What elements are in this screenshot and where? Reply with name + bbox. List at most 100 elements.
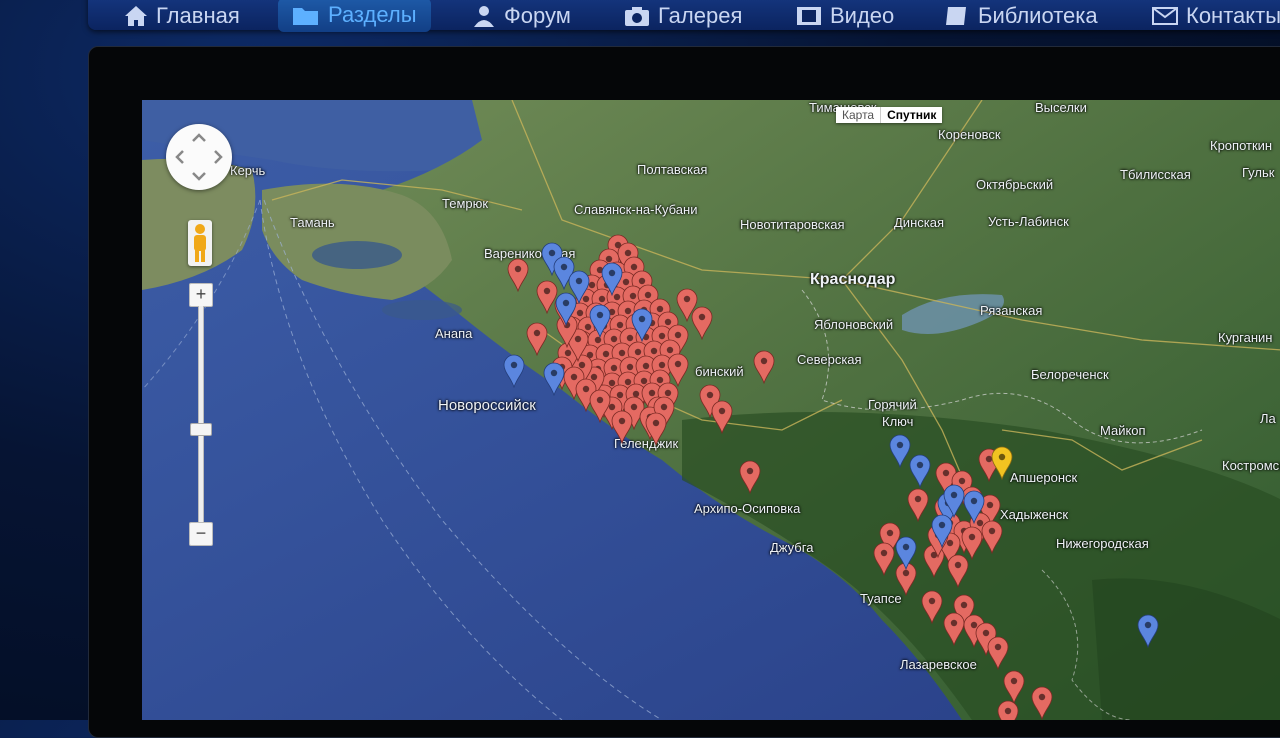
map-type-map-button[interactable]: Карта	[836, 107, 881, 123]
pegman-icon	[194, 224, 206, 262]
map-marker-red[interactable]	[753, 350, 775, 384]
place-label: Белореченск	[1031, 367, 1109, 382]
map-marker-red[interactable]	[907, 488, 929, 522]
place-label: Тамань	[290, 215, 335, 230]
map-marker-red[interactable]	[739, 460, 761, 494]
zoom-slider-track[interactable]	[198, 306, 204, 522]
map-marker-blue[interactable]	[943, 484, 965, 518]
map-marker-red[interactable]	[997, 700, 1019, 720]
place-label: Новотитаровская	[740, 217, 845, 232]
film-icon	[797, 7, 821, 25]
map-marker-red[interactable]	[1003, 670, 1025, 704]
nav-label-gallery: Галерея	[658, 3, 743, 28]
place-label: Горячий	[868, 397, 917, 412]
map-marker-blue[interactable]	[601, 262, 623, 296]
map-marker-blue[interactable]	[895, 536, 917, 570]
place-label: Ключ	[882, 414, 914, 429]
zoom-out-button[interactable]: −	[189, 522, 213, 546]
map-marker-blue[interactable]	[1137, 614, 1159, 648]
map-marker-blue[interactable]	[568, 270, 590, 304]
map-marker-red[interactable]	[947, 554, 969, 588]
place-label: Хадыженск	[1000, 507, 1069, 522]
main-navigation: Главная Разделы Форум Галерея Видео Библ…	[88, 0, 1280, 32]
map-marker-blue[interactable]	[631, 308, 653, 342]
pan-up-icon	[192, 133, 206, 142]
camera-icon	[625, 7, 649, 26]
map-marker-red[interactable]	[507, 258, 529, 292]
place-label: Костромск	[1222, 458, 1280, 473]
place-label: Полтавская	[637, 162, 708, 177]
place-label: Гульк	[1242, 165, 1275, 180]
place-label: Яблоновский	[814, 317, 894, 332]
nav-label-sections: Разделы	[328, 2, 417, 27]
place-label: Усть-Лабинск	[988, 214, 1069, 229]
place-label: Джубга	[770, 540, 814, 555]
nav-label-forum: Форум	[504, 3, 571, 28]
map-marker-red[interactable]	[589, 389, 611, 423]
place-label: Нижегородская	[1056, 536, 1149, 551]
map-marker-red[interactable]	[526, 322, 548, 356]
map-marker-red[interactable]	[873, 542, 895, 576]
place-label: Кропоткин	[1210, 138, 1273, 153]
map-marker-red[interactable]	[981, 520, 1003, 554]
map-marker-blue[interactable]	[503, 354, 525, 388]
pan-control[interactable]	[166, 124, 232, 190]
nav-item-home[interactable]: Главная	[124, 2, 240, 30]
map-marker-blue[interactable]	[543, 362, 565, 396]
map-marker-red[interactable]	[645, 412, 667, 446]
nav-item-contacts[interactable]: Контакты	[1152, 2, 1280, 30]
place-label: Краснодар	[810, 271, 896, 288]
folder-icon	[293, 8, 318, 25]
nav-label-library: Библиотека	[978, 3, 1098, 28]
place-label: Апшеронск	[1010, 470, 1078, 485]
map-marker-red[interactable]	[1031, 686, 1053, 720]
place-label: Северская	[797, 352, 862, 367]
nav-item-sections[interactable]: Разделы	[278, 0, 431, 32]
map-marker-blue[interactable]	[589, 304, 611, 338]
zoom-in-button[interactable]: +	[189, 283, 213, 307]
home-icon	[125, 6, 147, 26]
map-viewport[interactable]: Керчь Тамань Темрюк Варениковская Анапа …	[142, 100, 1280, 720]
street-view-pegman[interactable]	[188, 220, 212, 266]
map-marker-blue[interactable]	[889, 434, 911, 468]
place-label: бинский	[695, 364, 744, 379]
book-icon	[946, 7, 966, 25]
map-marker-red[interactable]	[711, 400, 733, 434]
map-type-satellite-button[interactable]: Спутник	[880, 107, 943, 123]
pan-left-icon	[175, 150, 184, 164]
pan-down-icon	[192, 172, 206, 181]
map-marker-yellow[interactable]	[991, 446, 1013, 480]
map-marker-blue[interactable]	[909, 454, 931, 488]
place-label: Тбилисская	[1120, 167, 1191, 182]
place-label: Ла	[1260, 411, 1276, 426]
place-label: Лазаревское	[900, 657, 977, 672]
nav-item-gallery[interactable]: Галерея	[624, 2, 742, 30]
nav-label-home: Главная	[156, 3, 240, 28]
map-marker-blue[interactable]	[963, 490, 985, 524]
place-label: Темрюк	[442, 196, 489, 211]
nav-label-video: Видео	[830, 3, 895, 28]
zoom-slider-handle[interactable]	[190, 423, 212, 436]
place-label: Майкоп	[1100, 423, 1146, 438]
nav-item-forum[interactable]: Форум	[472, 2, 571, 30]
place-label: Динская	[894, 215, 944, 230]
mail-icon	[1152, 7, 1178, 25]
nav-item-video[interactable]: Видео	[796, 2, 894, 30]
map-marker-blue[interactable]	[931, 514, 953, 548]
map-marker-red[interactable]	[611, 410, 633, 444]
pan-right-icon	[214, 150, 223, 164]
map-type-toggle: Карта Спутник	[836, 107, 943, 123]
place-label: Октябрьский	[976, 177, 1054, 192]
place-label: Кореновск	[938, 127, 1001, 142]
place-label: Выселки	[1035, 100, 1087, 115]
map-marker-red[interactable]	[943, 612, 965, 646]
place-label: Курганин	[1218, 330, 1273, 345]
place-label: Анапа	[435, 326, 473, 341]
place-label: Керчь	[230, 163, 266, 178]
nav-label-contacts: Контакты	[1186, 3, 1280, 28]
map-marker-red[interactable]	[987, 636, 1009, 670]
map-marker-red[interactable]	[691, 306, 713, 340]
user-icon	[474, 6, 494, 27]
map-marker-red[interactable]	[921, 590, 943, 624]
nav-item-library[interactable]: Библиотека	[944, 2, 1098, 30]
